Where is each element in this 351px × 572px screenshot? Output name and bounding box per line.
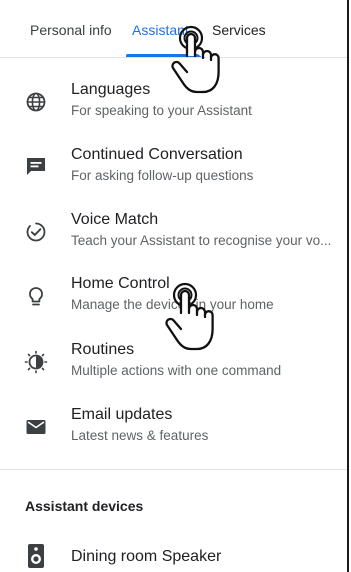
speaker-icon — [28, 544, 44, 568]
tab-services[interactable]: Services — [212, 21, 266, 39]
section-divider — [0, 469, 347, 470]
lightbulb-icon — [29, 287, 43, 306]
setting-row-routines[interactable]: Routines Multiple actions with one comma… — [0, 330, 347, 394]
mail-icon — [26, 420, 46, 434]
setting-subtitle: Teach your Assistant to recognise your v… — [71, 233, 332, 248]
setting-row-email-updates[interactable]: Email updates Latest news & features — [0, 395, 347, 459]
chat-icon — [27, 158, 45, 175]
active-tab-indicator — [126, 54, 204, 57]
setting-row-languages[interactable]: Languages For speaking to your Assistant — [0, 70, 347, 134]
setting-subtitle: For speaking to your Assistant — [71, 103, 252, 118]
device-label: Dining room Speaker — [71, 548, 222, 565]
tab-personal-info[interactable]: Personal info — [30, 21, 112, 39]
voice-match-icon — [26, 222, 46, 242]
setting-title: Voice Match — [71, 211, 159, 228]
assistant-devices-heading: Assistant devices — [25, 498, 144, 514]
setting-subtitle: Latest news & features — [71, 428, 209, 443]
setting-title: Continued Conversation — [71, 146, 243, 163]
routines-icon — [24, 350, 48, 374]
setting-row-continued-conversation[interactable]: Continued Conversation For asking follow… — [0, 135, 347, 199]
globe-icon — [26, 92, 46, 112]
setting-title: Email updates — [71, 406, 173, 423]
setting-subtitle: Manage the devices in your home — [71, 297, 274, 312]
setting-subtitle: For asking follow-up questions — [71, 168, 254, 183]
setting-title: Languages — [71, 81, 151, 98]
settings-screen: Personal info Assistant Services Languag… — [0, 0, 349, 572]
setting-title: Routines — [71, 341, 135, 358]
setting-subtitle: Multiple actions with one command — [71, 363, 282, 378]
setting-row-voice-match[interactable]: Voice Match Teach your Assistant to reco… — [0, 200, 347, 264]
tab-assistant[interactable]: Assistant — [132, 21, 189, 39]
tab-bar: Personal info Assistant Services — [0, 0, 347, 58]
setting-title: Home Control — [71, 275, 170, 292]
setting-row-home-control[interactable]: Home Control Manage the devices in your … — [0, 265, 347, 329]
